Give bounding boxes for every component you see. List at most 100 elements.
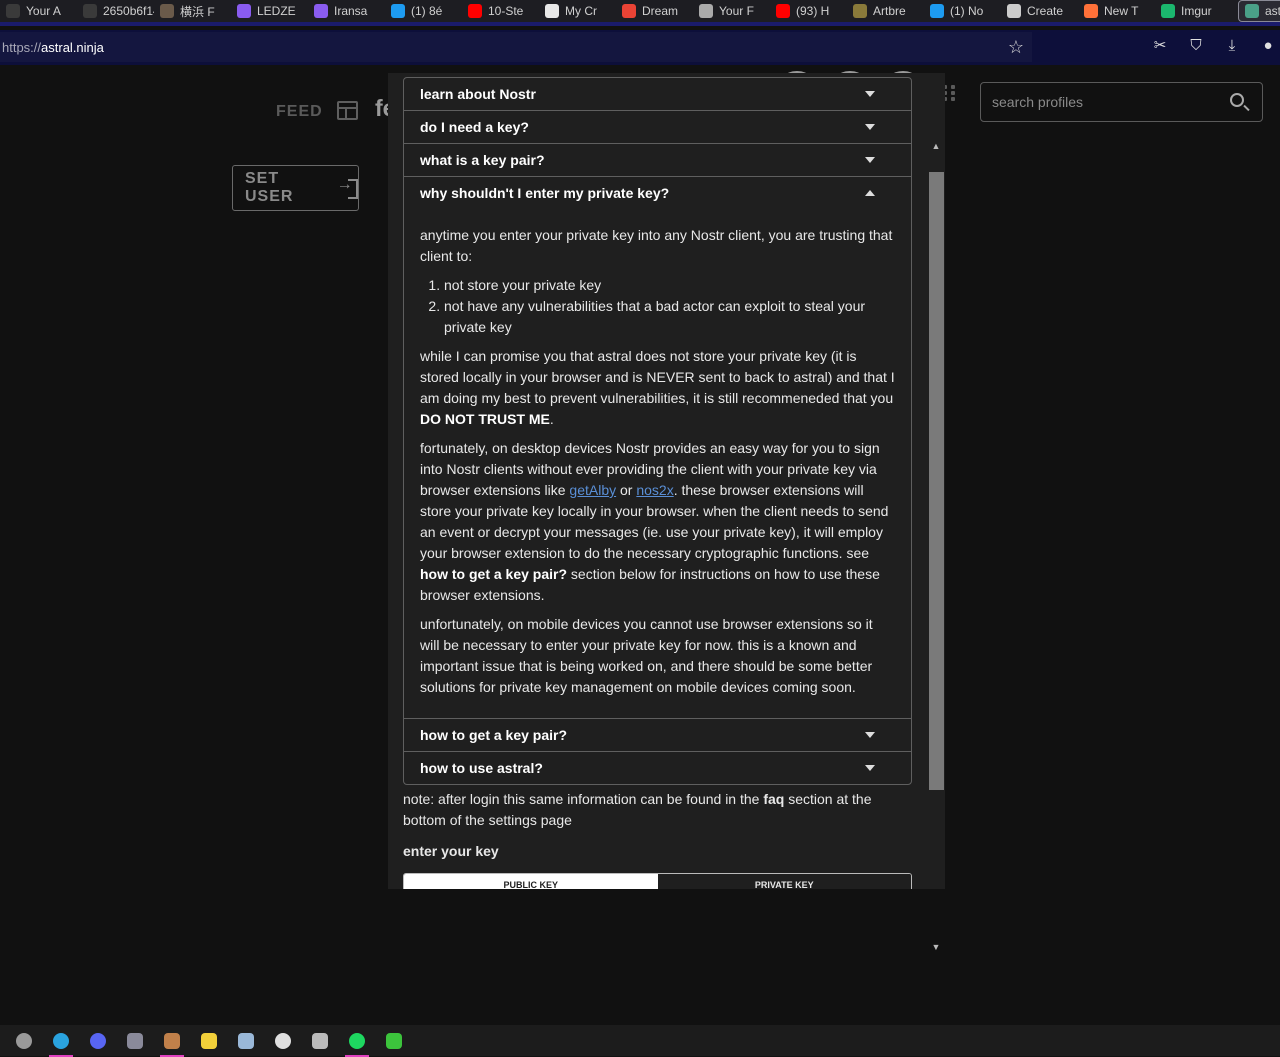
browser-tab[interactable]: 横浜 F [154,1,231,21]
browser-tab[interactable]: LEDZE [231,1,308,21]
search-box [980,82,1263,122]
browser-tab-label: 横浜 F [180,4,215,19]
faq-answer: anytime you enter your private key into … [404,209,911,718]
faq-title: how to get a key pair? [420,727,568,743]
bookmark-star-icon[interactable]: ☆ [1006,37,1026,57]
brand-feed-label: FEED [276,103,323,120]
scroll-up-icon[interactable]: ▲ [931,141,941,151]
faq-title: learn about Nostr [420,86,536,102]
browser-toolbar: https://astral.ninja ☆ ✂ ⛉ ⤓ ● [0,30,1280,65]
app-icon[interactable] [16,1032,32,1049]
infinity-favicon [237,4,251,18]
note-text: note: after login this same information … [403,791,764,807]
chevron-down-icon [865,732,875,738]
calculator-icon[interactable] [127,1032,143,1049]
generic-favicon [6,4,20,18]
browser-tab[interactable]: 10-Ste [462,1,539,21]
browser-tab-label: Create [1027,4,1064,18]
tab-public-key[interactable]: PUBLIC KEY [404,874,658,889]
faq-item: how to use astral? [404,752,911,784]
google-favicon [622,4,636,18]
browser-tab[interactable]: (1) 8é [385,1,462,21]
youtube-favicon [468,4,482,18]
browser-tab-label: Iransa [334,4,368,18]
browser-tab[interactable]: New T [1078,1,1155,21]
downloads-icon[interactable]: ⤓ [1222,34,1242,58]
podcast-icon[interactable] [312,1032,328,1049]
pocket-icon[interactable]: ⛉ [1186,34,1206,58]
search-icon[interactable] [1230,93,1244,107]
tab-private-key[interactable]: PRIVATE KEY [657,874,911,889]
twitter-favicon [391,4,405,18]
feed-layout-icon [337,101,358,120]
browser-icon[interactable] [275,1032,291,1049]
browser-tab[interactable]: 2650b6f14 [77,1,154,21]
answer-text: . [549,411,554,427]
answer-bold: DO NOT TRUST ME [420,411,550,427]
notepad-icon[interactable] [238,1032,254,1049]
faq-header-private-key[interactable]: why shouldn't I enter my private key? [404,177,911,209]
generic-favicon [1007,4,1021,18]
answer-paragraph: while I can promise you that astral does… [420,346,895,430]
faq-header-need-key[interactable]: do I need a key? [404,111,911,143]
faq-accordion: learn about Nostr do I need a key? what … [403,77,912,785]
astral-favicon [1245,4,1259,18]
browser-tab[interactable]: Your F [693,1,770,21]
browser-tab[interactable]: Create [1001,1,1078,21]
url-scheme: https:// [2,39,42,55]
browser-tab[interactable]: Your A [0,1,77,21]
faq-header-learn-nostr[interactable]: learn about Nostr [404,78,911,110]
dialog-scrollbar-thumb[interactable] [929,172,944,790]
answer-bold: how to get a key pair? [420,566,568,582]
nos2x-link[interactable]: nos2x [636,482,673,498]
answer-paragraph: unfortunately, on mobile devices you can… [420,616,873,695]
faq-header-use-astral[interactable]: how to use astral? [404,752,911,784]
login-note: note: after login this same information … [403,789,912,831]
browser-tab-label: Dream [642,4,679,18]
faq-title: do I need a key? [420,119,529,135]
imgur-favicon [1161,4,1175,18]
browser-tab[interactable]: astr✕ [1238,0,1280,22]
faq-item: how to get a key pair? [404,719,911,752]
note-bold: faq [763,791,785,807]
telegram-icon[interactable] [49,1032,73,1057]
set-user-label: SET USER [245,170,294,205]
browser-tab[interactable]: Artbre [847,1,924,21]
youtube-favicon [776,4,790,18]
generic-favicon [83,4,97,18]
image-favicon [160,4,174,18]
browser-tab-label: New T [1104,4,1139,18]
faq-header-get-key-pair[interactable]: how to get a key pair? [404,719,911,751]
browser-tab-label: astr [1265,4,1280,18]
spotify-icon[interactable] [345,1032,369,1057]
generic-favicon [699,4,713,18]
chevron-down-icon [865,157,875,163]
xbox-icon[interactable] [386,1032,402,1049]
browser-tab[interactable]: Dream [616,1,693,21]
browser-tab[interactable]: My Cr [539,1,616,21]
browser-tab[interactable]: Iransa [308,1,385,21]
account-icon[interactable]: ● [1258,34,1278,58]
answer-list: not store your private key not have any … [444,275,895,338]
browser-tab[interactable]: Imgur [1155,1,1232,21]
address-bar[interactable]: https://astral.ninja ☆ [0,32,1032,62]
search-input[interactable] [992,94,1212,110]
scroll-down-icon[interactable]: ▼ [931,942,941,952]
chevron-down-icon [865,765,875,771]
browser-tab[interactable]: (1) No [924,1,1001,21]
os-taskbar [0,1025,1280,1057]
getalby-link[interactable]: getAlby [569,482,616,498]
faq-header-key-pair[interactable]: what is a key pair? [404,144,911,176]
screenshot-icon[interactable]: ✂ [1150,34,1170,58]
lightbulb-icon[interactable] [201,1032,217,1049]
set-user-button[interactable]: SET USER [232,165,359,211]
discord-icon[interactable] [90,1032,106,1049]
faq-title: what is a key pair? [420,152,545,168]
photo-app-icon[interactable] [160,1032,184,1057]
browser-tab-label: My Cr [565,4,597,18]
browser-tab[interactable]: (93) H [770,1,847,21]
answer-text: while I can promise you that astral does… [420,348,895,406]
browser-tab-label: Your F [719,4,754,18]
faq-item: do I need a key? [404,111,911,144]
browser-tab-label: Your A [26,4,61,18]
